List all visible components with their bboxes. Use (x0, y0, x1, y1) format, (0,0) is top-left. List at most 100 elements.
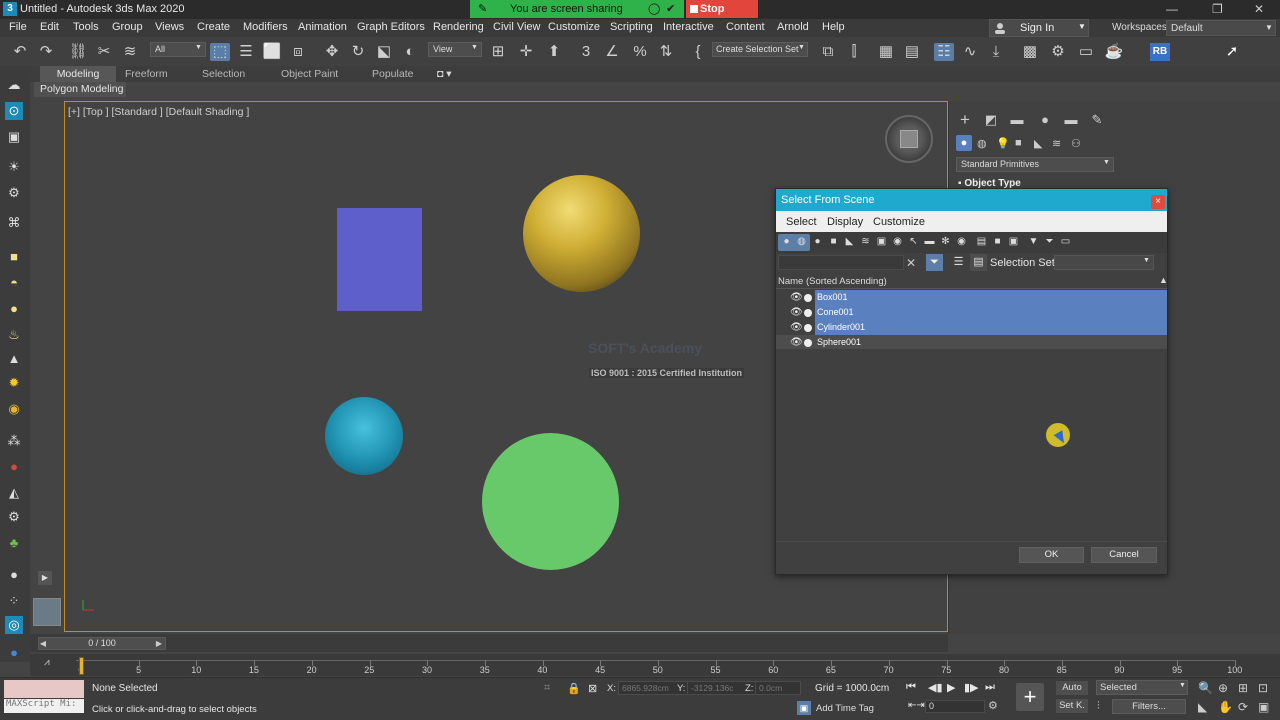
capture-icon[interactable]: ◎ (5, 616, 23, 634)
timeline-playhead[interactable] (79, 657, 84, 675)
schematic-view-icon[interactable]: ⤓ (986, 43, 1006, 61)
create-tab-icon[interactable]: + (957, 111, 973, 128)
name-search-input[interactable] (778, 255, 904, 270)
select-invert-icon[interactable]: ▣ (1007, 235, 1020, 249)
redo-icon[interactable]: ↷ (36, 43, 56, 61)
pyramid-icon[interactable]: ◭ (5, 484, 23, 502)
move-icon[interactable]: ✥ (322, 43, 342, 61)
workspaces-dropdown[interactable]: Default ▼ (1166, 20, 1276, 36)
pivot-center-icon[interactable]: ⊞ (488, 43, 508, 61)
motion-tab-icon[interactable]: ● (1037, 112, 1053, 128)
lock-icon[interactable]: 🔒 (567, 682, 581, 695)
containers-filter-icon[interactable]: ▬ (923, 235, 936, 249)
goto-end-icon[interactable]: ⏭ (985, 681, 995, 694)
ribbon-options-icon[interactable]: ◘ ▾ (437, 68, 452, 80)
scale-icon[interactable]: ⬕ (374, 43, 394, 61)
cameras-filter-icon[interactable]: ■ (827, 235, 840, 249)
curve-editor-toggle-icon[interactable]: ⩘ (44, 657, 50, 668)
maximize-viewport-icon[interactable]: ▣ (1258, 700, 1269, 714)
time-tag-icon[interactable]: ▣ (797, 701, 811, 715)
key-filters-icon[interactable]: ⫶ (1097, 700, 1100, 713)
dialog-menu-customize[interactable]: Customize (873, 216, 925, 228)
cursor-icon[interactable]: ➚ (1222, 43, 1242, 61)
cone-icon[interactable]: ▲ (5, 350, 23, 368)
menu-group[interactable]: Group (112, 21, 143, 33)
object-list-empty-area[interactable] (776, 349, 1167, 541)
color-dots-icon[interactable]: ⁘ (5, 592, 23, 610)
menu-scripting[interactable]: Scripting (610, 21, 653, 33)
maxscript-listener-pink[interactable] (4, 680, 84, 698)
add-time-tag-button[interactable]: Add Time Tag (816, 703, 874, 714)
restore-icon[interactable]: ❐ (1212, 2, 1223, 16)
minimize-icon[interactable]: — (1166, 2, 1178, 16)
name-column-header[interactable]: Name (Sorted Ascending) ▲ (776, 275, 1168, 289)
select-none-icon[interactable]: ■ (991, 235, 1004, 249)
previous-frame-icon[interactable]: ◀ (38, 637, 48, 650)
next-frame-icon[interactable]: ▶ (154, 637, 164, 650)
modify-tab-icon[interactable]: ◩ (983, 112, 999, 128)
expand-icon[interactable]: ▶ (38, 571, 52, 585)
cone001-object[interactable] (325, 397, 403, 475)
render-setup-icon[interactable]: ⚙ (1048, 43, 1068, 61)
lights-icon[interactable]: 💡 (996, 137, 1010, 150)
rotate-icon[interactable]: ↻ (348, 43, 368, 61)
material-icon[interactable]: ● (5, 458, 23, 476)
link-icon[interactable]: ⛓ (68, 43, 88, 61)
goto-start-icon[interactable]: ⏮ (906, 681, 916, 694)
scene-explorer-icon[interactable]: ☷ (934, 43, 954, 61)
sign-in-dropdown[interactable]: Sign In ▼ (989, 19, 1089, 37)
arnold-rb-icon[interactable]: RB (1150, 43, 1170, 61)
curve-editor-icon[interactable]: ∿ (960, 43, 980, 61)
layers-icon[interactable]: ▣ (5, 128, 23, 146)
sphere001-object[interactable] (523, 175, 640, 292)
filter-toggle-icon[interactable]: ▼ (1027, 235, 1040, 249)
menu-edit[interactable]: Edit (40, 21, 59, 33)
create-selection-set-dropdown[interactable]: Create Selection Set ▼ (712, 42, 808, 57)
helpers-filter-icon[interactable]: ◣ (843, 235, 856, 249)
light-icon[interactable]: ☀ (5, 158, 23, 176)
menu-animation[interactable]: Animation (298, 21, 347, 33)
selection-set-dropdown[interactable]: ▼ (1054, 255, 1154, 270)
xrefs-filter-icon[interactable]: ◉ (891, 235, 904, 249)
pan-icon[interactable]: ✋ (1218, 700, 1233, 714)
align-icon[interactable]: ⫿ (844, 43, 864, 61)
isolate-selection-icon[interactable]: ⌗ (544, 682, 550, 695)
z-coordinate-input[interactable]: 0.0cm (755, 681, 801, 695)
tab-populate[interactable]: Populate (372, 68, 413, 80)
key-mode-icon[interactable]: ⇤⇥ (908, 700, 925, 711)
list-item[interactable]: 👁 Box001 (790, 290, 1167, 305)
utilities-tab-icon[interactable]: ✎ (1089, 112, 1105, 128)
set-key-plus-icon[interactable]: + (1016, 683, 1044, 711)
object-icon[interactable]: ⚙ (5, 184, 23, 202)
particles-icon[interactable]: ⁂ (5, 432, 23, 450)
sphere-icon[interactable]: ● (5, 300, 23, 318)
keyboard-shortcut-icon[interactable]: ⬆ (544, 43, 564, 61)
sun-icon[interactable]: ✹ (5, 374, 23, 392)
reference-coordinate-dropdown[interactable]: View ▼ (428, 42, 482, 57)
helpers-icon[interactable]: ◣ (1034, 137, 1042, 150)
dialog-close-button[interactable]: × (1151, 195, 1165, 209)
snaps-toggle-icon[interactable]: 3 (576, 43, 596, 61)
gear-icon[interactable]: ⚙ (5, 508, 23, 526)
teapot-icon[interactable]: ♨ (5, 326, 23, 344)
menu-interactive[interactable]: Interactive (663, 21, 714, 33)
menu-rendering[interactable]: Rendering (433, 21, 484, 33)
filter-icon[interactable]: ⏷ (926, 254, 943, 271)
select-all-icon[interactable]: ▤ (975, 235, 988, 249)
play-icon[interactable]: ▶ (947, 681, 955, 694)
tab-freeform[interactable]: Freeform (125, 68, 168, 80)
percent-snap-icon[interactable]: % (630, 43, 650, 61)
viewcube[interactable] (885, 115, 933, 163)
create-icon[interactable]: ☁ (5, 76, 23, 94)
time-config-icon[interactable]: ⚙ (988, 699, 998, 712)
list-item[interactable]: 👁 Cylinder001 (790, 320, 1167, 335)
placement-icon[interactable]: ◐ (400, 43, 420, 61)
menu-tools[interactable]: Tools (73, 21, 99, 33)
bind-space-warp-icon[interactable]: ≋ (120, 43, 140, 61)
grey-sphere-icon[interactable]: ● (5, 566, 23, 584)
menu-customize[interactable]: Customize (548, 21, 600, 33)
tab-object-paint[interactable]: Object Paint (281, 68, 338, 80)
stop-share-button[interactable]: Stop Share (686, 0, 758, 33)
rectangular-selection-icon[interactable]: ⬜ (262, 43, 282, 61)
box001-object[interactable] (337, 208, 422, 311)
